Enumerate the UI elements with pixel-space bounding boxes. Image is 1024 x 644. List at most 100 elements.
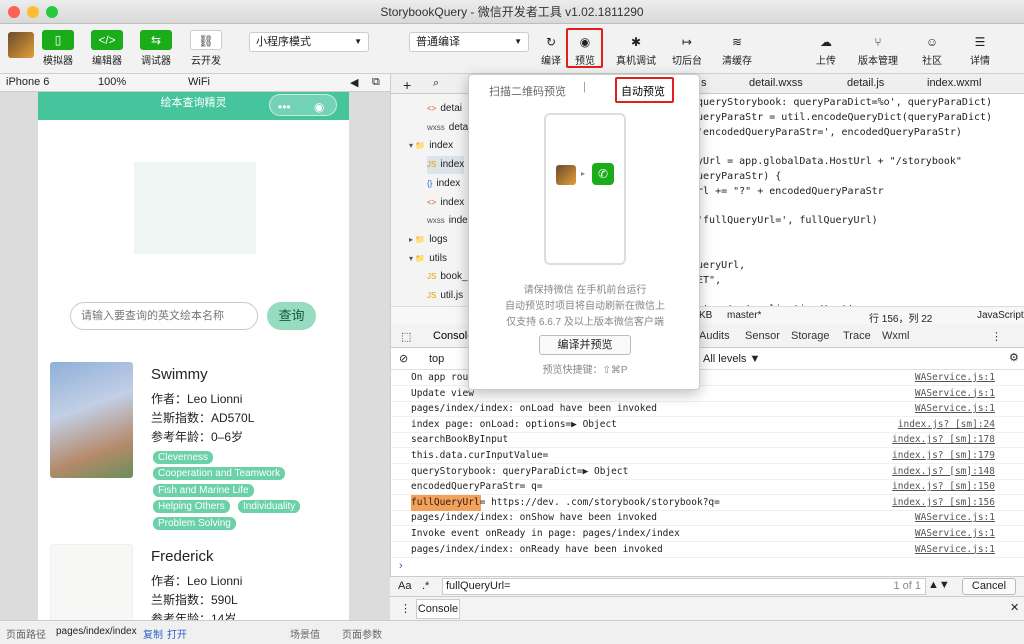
language-mode[interactable]: JavaScript — [977, 310, 1024, 321]
more-vertical-icon[interactable]: ⋮ — [991, 330, 1002, 343]
search-input[interactable]: 请输入要查询的英文绘本名称 — [70, 302, 258, 330]
tab-wxml[interactable]: Wxml — [882, 330, 910, 342]
log-message: encodedQueryParaStr= q= — [411, 481, 543, 493]
community-button[interactable]: ☺ 社区 — [911, 32, 953, 67]
exit-icon[interactable]: ◉ — [314, 96, 324, 118]
log-source-link[interactable]: index.js? [sm]:150 — [892, 479, 995, 495]
tree-item[interactable]: <> index — [427, 194, 464, 212]
popup-line-3: 仅支持 6.6.7 及以上版本微信客户端 — [506, 317, 664, 328]
tab-audits[interactable]: Audits — [699, 330, 730, 342]
scene-label[interactable]: 场景值 — [290, 626, 320, 641]
more-vertical-icon[interactable]: ⋮ — [400, 602, 411, 615]
tree-item[interactable]: <> detai — [427, 100, 462, 118]
tree-item[interactable]: JS index — [427, 156, 465, 175]
log-source-link[interactable]: WAService.js:1 — [915, 386, 995, 402]
tab-detail-wxss[interactable]: detail.wxss — [749, 77, 803, 89]
find-prev-button[interactable]: ▲▼ — [928, 579, 950, 591]
inspect-icon[interactable]: ⬚ — [401, 330, 411, 343]
log-source-link[interactable]: WAService.js:1 — [915, 526, 995, 542]
file-icon: ▸ 📁 — [409, 234, 426, 244]
background-button[interactable]: ↦ 切后台 — [666, 32, 708, 67]
device-select[interactable]: iPhone 6 — [6, 76, 49, 88]
popout-icon[interactable]: ⧉ — [372, 76, 380, 89]
code-icon: </> — [91, 30, 123, 50]
log-message: On app rout — [411, 372, 474, 383]
tree-item[interactable]: {} index — [427, 175, 460, 193]
match-case-icon[interactable]: Aa — [398, 580, 411, 592]
log-source-link[interactable]: index.js? [sm]:24 — [898, 417, 995, 433]
path-label: 页面路径 — [6, 630, 46, 641]
context-select[interactable]: top — [429, 353, 444, 365]
close-window-button[interactable] — [8, 6, 20, 18]
version-button[interactable]: ⑂ 版本管理 — [857, 32, 899, 67]
maximize-window-button[interactable] — [46, 6, 58, 18]
log-source-link[interactable]: index.js? [sm]:156 — [892, 495, 995, 511]
simulator-button[interactable]: ▯ 模拟器 — [37, 30, 79, 67]
tree-item[interactable]: wxss detai — [427, 119, 470, 137]
clear-cache-button[interactable]: ≋ 清缓存 — [716, 32, 758, 67]
page-path: pages/index/index — [56, 626, 137, 637]
regex-icon[interactable]: .* — [422, 580, 429, 592]
file-icon: JS — [427, 272, 437, 282]
log-source-link[interactable]: index.js? [sm]:179 — [892, 448, 995, 464]
search-icon[interactable]: ⌕ — [433, 77, 439, 90]
tree-item[interactable]: ▾ 📁 utils — [409, 250, 447, 268]
layers-icon: ≋ — [731, 35, 743, 49]
find-input[interactable]: fullQueryUrl= 1 of 1 — [442, 578, 926, 595]
upload-button[interactable]: ☁ 上传 — [805, 32, 847, 67]
file-size: KB — [699, 310, 713, 321]
levels-select[interactable]: All levels ▼ — [703, 353, 760, 365]
block-icon[interactable]: ⊘ — [399, 352, 408, 365]
tree-item[interactable]: ▸ 📁 logs — [409, 231, 448, 249]
more-icon[interactable]: ••• — [278, 96, 291, 118]
log-source-link[interactable]: WAService.js:1 — [915, 401, 995, 417]
code-line: QueryParaStr = util.encodeQueryDict(quer… — [691, 111, 993, 123]
cloud-dev-button[interactable]: ⛓ 云开发 — [185, 30, 227, 67]
minimize-window-button[interactable] — [27, 6, 39, 18]
close-icon[interactable]: ✕ — [1010, 601, 1019, 614]
remote-debug-button[interactable]: ✱ 真机调试 — [613, 32, 659, 67]
tab-detail-js[interactable]: detail.js — [847, 77, 884, 89]
mode-select[interactable]: 小程序模式 ▼ — [249, 32, 369, 52]
debugger-button[interactable]: ⇆ 调试器 — [135, 30, 177, 67]
file-icon: JS — [427, 291, 437, 300]
capsule-menu[interactable]: ••• ◉ — [269, 94, 337, 116]
tab-qr-preview[interactable]: 扫描二维码预览 — [489, 83, 566, 99]
tree-item[interactable]: JS util.js — [427, 287, 463, 305]
log-message: fullQueryUrl= https://dev. .com/storyboo… — [411, 494, 720, 511]
compile-mode-select[interactable]: 普通编译 ▼ — [409, 32, 529, 52]
tab-storage[interactable]: Storage — [791, 330, 830, 342]
tab-file[interactable]: s — [701, 77, 707, 89]
log-source-link[interactable]: WAService.js:1 — [915, 370, 995, 386]
tab-trace[interactable]: Trace — [843, 330, 871, 342]
find-bar: Aa .* fullQueryUrl= 1 of 1 ▲▼ Cancel — [390, 576, 1024, 596]
log-source-link[interactable]: index.js? [sm]:178 — [892, 432, 995, 448]
log-source-link[interactable]: index.js? [sm]:148 — [892, 464, 995, 480]
tree-item[interactable]: ▾ 📁 index — [409, 137, 453, 155]
cancel-button[interactable]: Cancel — [962, 578, 1016, 595]
gear-icon[interactable]: ⚙ — [1009, 351, 1019, 364]
copy-link[interactable]: 复制 — [143, 626, 163, 641]
console-log-row: searchBookByInput index.js? [sm]:178 — [391, 432, 1024, 449]
tab-sensor[interactable]: Sensor — [745, 330, 780, 342]
code-area[interactable]: 'queryStorybook: queryParaDict=%o', quer… — [691, 94, 1024, 308]
details-button[interactable]: ☰ 详情 — [959, 32, 1001, 67]
tab-index-wxml[interactable]: index.wxml — [927, 77, 981, 89]
zoom-select[interactable]: 100% — [98, 76, 126, 88]
search-button[interactable]: 查询 — [267, 302, 316, 330]
params-label[interactable]: 页面参数 — [342, 626, 382, 641]
open-link[interactable]: 打开 — [167, 626, 187, 641]
tab-drawer-console[interactable]: Console — [416, 599, 460, 619]
add-icon[interactable]: + — [403, 77, 411, 93]
tree-item[interactable]: JS book_c — [427, 268, 473, 286]
network-select[interactable]: WiFi — [188, 76, 210, 88]
speaker-icon[interactable]: ◀ — [350, 76, 358, 89]
log-source-link[interactable]: WAService.js:1 — [915, 542, 995, 558]
log-source-link[interactable]: WAService.js:1 — [915, 510, 995, 526]
git-branch[interactable]: master* — [727, 310, 761, 321]
tree-item[interactable]: wxss index — [427, 212, 473, 230]
editor-button[interactable]: </> 编辑器 — [86, 30, 128, 67]
find-count: 1 of 1 — [893, 580, 921, 592]
avatar[interactable] — [8, 32, 34, 58]
compile-preview-button[interactable]: 编译并预览 — [539, 335, 631, 355]
